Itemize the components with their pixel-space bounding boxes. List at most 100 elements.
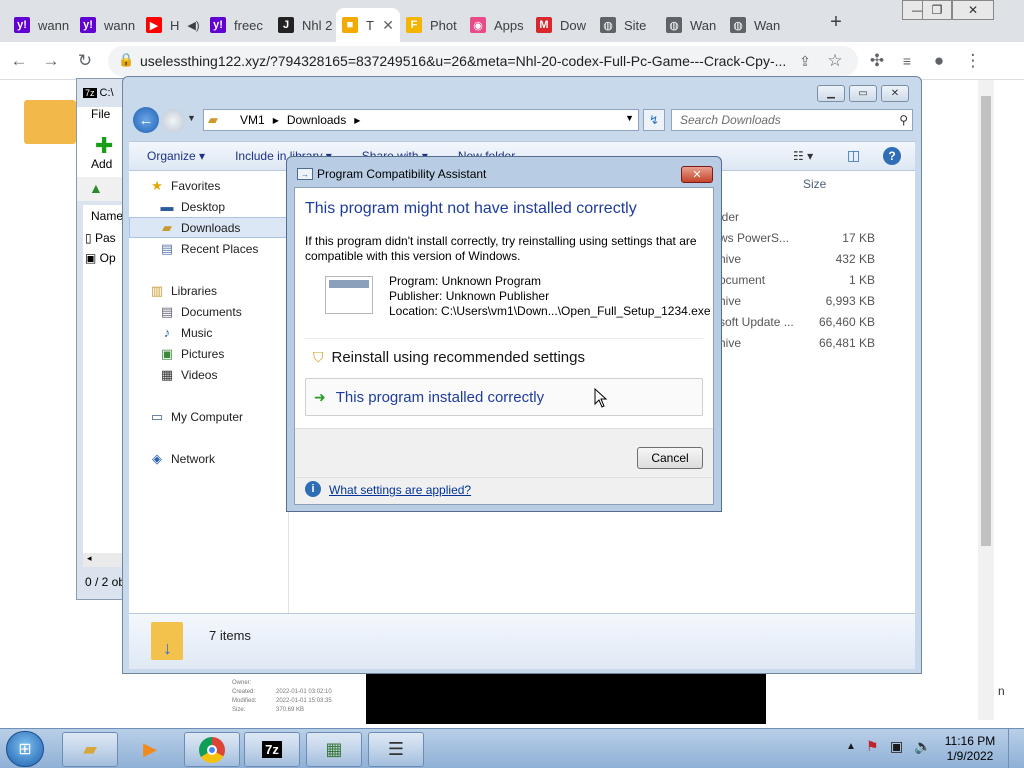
browser-tab[interactable]: ◉ Apps: [464, 8, 530, 42]
organize-menu[interactable]: Organize ▾: [147, 149, 205, 163]
browser-tab-label: Dow: [560, 17, 587, 33]
file-type: soft Update ...: [719, 315, 794, 329]
browser-toolbar: ← → ↻ 🔒 uselessthing122.xyz/?794328165=8…: [0, 42, 1024, 80]
explorer-forward-icon[interactable]: [161, 109, 185, 133]
nav-videos[interactable]: ▦ Videos: [129, 364, 287, 385]
nav-documents[interactable]: ▤ Documents: [129, 301, 287, 322]
explorer-search-input[interactable]: Search Downloads ⚲: [671, 109, 913, 131]
explorer-minimize-button[interactable]: ▁: [817, 85, 845, 102]
nav-network[interactable]: ◈ Network: [129, 448, 287, 469]
address-dropdown-icon[interactable]: ▼: [625, 113, 634, 123]
preview-pane-icon[interactable]: ◫: [847, 147, 860, 164]
browser-tab[interactable]: y! freec: [204, 8, 272, 42]
nav-downloads[interactable]: ▰ Downloads: [129, 217, 287, 238]
search-icon[interactable]: ⚲: [899, 113, 908, 127]
reinstall-recommended-option[interactable]: ⛉ Reinstall using recommended settings: [305, 338, 703, 376]
mega-icon: M: [536, 17, 552, 33]
nav-desktop[interactable]: ▬ Desktop: [129, 196, 287, 217]
browser-tab[interactable]: y! wann: [8, 8, 74, 42]
breadcrumb-vm1[interactable]: VM1: [240, 113, 265, 127]
maximize-button[interactable]: ❐: [922, 0, 952, 20]
music-icon: ♪: [163, 325, 171, 340]
desktop-folder-icon: [24, 100, 76, 144]
browser-tab[interactable]: ◍ Wan: [660, 8, 724, 42]
file-type: lder: [719, 210, 740, 224]
bookmark-star-icon[interactable]: ☆: [824, 50, 846, 72]
recent-pages-chevron-icon[interactable]: ▼: [187, 113, 196, 123]
nav-favorites[interactable]: ★ Favorites: [129, 175, 287, 196]
browser-tab-label: H: [170, 17, 180, 33]
breadcrumb-downloads[interactable]: Downloads: [287, 113, 346, 127]
reload-icon[interactable]: ↻: [74, 50, 96, 72]
url-text: uselessthing122.xyz/?794328165=837249516…: [140, 53, 787, 69]
cancel-button[interactable]: Cancel: [637, 447, 703, 469]
taskbar-explorer-icon[interactable]: ▰: [62, 732, 118, 767]
computer-icon: ▭: [150, 408, 164, 424]
nav-libraries[interactable]: ▥ Libraries: [129, 280, 287, 301]
add-button-label[interactable]: Add: [91, 157, 112, 171]
browser-tab[interactable]: ■ T ✕: [336, 8, 400, 42]
explorer-maximize-button[interactable]: ▭: [849, 85, 877, 102]
refresh-icon[interactable]: ↯: [643, 109, 665, 131]
photo-icon: F: [406, 17, 422, 33]
network-tray-icon[interactable]: ▣: [890, 738, 903, 755]
action-center-flag-icon[interactable]: ⚑: [866, 738, 879, 755]
share-icon[interactable]: ⇪: [794, 50, 816, 72]
explorer-back-icon[interactable]: ←: [133, 107, 159, 133]
taskbar-7zip-icon[interactable]: 7z: [244, 732, 300, 767]
settings-applied-link[interactable]: What settings are applied?: [329, 483, 471, 497]
browser-tab[interactable]: ◍ Site: [594, 8, 660, 42]
7zip-row[interactable]: ▣ Op: [85, 251, 116, 265]
menu-icon[interactable]: ⋮: [962, 50, 984, 72]
dialog-body: This program might not have installed co…: [294, 187, 714, 505]
add-plus-icon[interactable]: ✚: [95, 133, 113, 159]
browser-tab[interactable]: ◍ Wan: [724, 8, 790, 42]
profile-avatar-icon[interactable]: ●: [928, 50, 950, 72]
browser-tab[interactable]: y! wann: [74, 8, 140, 42]
dialog-close-button[interactable]: ✕: [681, 166, 713, 183]
explorer-address-bar[interactable]: ▰ VM1 ▶ Downloads ▶ ▼: [203, 109, 639, 131]
show-hidden-icons-icon[interactable]: ▲: [846, 741, 856, 752]
extensions-icon[interactable]: ✣: [866, 50, 888, 72]
nav-recent-places[interactable]: ▤ Recent Places: [129, 238, 287, 259]
back-icon[interactable]: ←: [8, 50, 30, 72]
show-desktop-button[interactable]: [1008, 729, 1024, 768]
media-icon[interactable]: ≡: [896, 50, 918, 72]
up-folder-icon[interactable]: ▲: [89, 180, 103, 196]
volume-icon[interactable]: 🔈: [914, 738, 931, 755]
browser-tab[interactable]: M Dow: [530, 8, 594, 42]
taskbar-task-icon[interactable]: ☰: [368, 732, 424, 767]
installed-correctly-option[interactable]: ➜ This program installed correctly: [305, 378, 703, 416]
size-column-header[interactable]: Size: [803, 177, 826, 191]
forward-icon[interactable]: →: [40, 50, 62, 72]
view-options-icon[interactable]: ☷ ▾: [793, 149, 813, 163]
taskbar-media-player-icon[interactable]: ▶: [122, 732, 178, 767]
breadcrumb-arrow-icon[interactable]: ▶: [354, 116, 360, 125]
taskbar-chrome-icon[interactable]: [184, 732, 240, 767]
7zip-name-header[interactable]: Name: [91, 209, 123, 223]
help-icon[interactable]: ?: [883, 147, 901, 165]
browser-tab[interactable]: J Nhl 2: [272, 8, 336, 42]
nav-my-computer[interactable]: ▭ My Computer: [129, 406, 287, 427]
close-window-button[interactable]: ✕: [952, 0, 994, 20]
page-scrollbar-thumb[interactable]: [981, 96, 991, 546]
mouse-cursor-icon: [594, 387, 608, 408]
nav-pictures[interactable]: ▣ Pictures: [129, 343, 287, 364]
file-size: 6,993 KB: [825, 294, 875, 308]
browser-tab[interactable]: F Phot: [400, 8, 464, 42]
start-button[interactable]: ⊞: [6, 731, 44, 767]
new-tab-button[interactable]: +: [826, 11, 846, 33]
7zip-row[interactable]: ▯ Pas: [85, 231, 116, 245]
audio-playing-icon[interactable]: ◀): [187, 19, 199, 32]
breadcrumb-arrow-icon[interactable]: ▶: [273, 116, 279, 125]
browser-tab-label: Apps: [494, 17, 524, 33]
address-bar[interactable]: 🔒 uselessthing122.xyz/?794328165=8372495…: [108, 46, 858, 76]
compatibility-dialog: → Program Compatibility Assistant ✕ This…: [286, 156, 722, 512]
nav-music[interactable]: ♪ Music: [129, 322, 287, 343]
explorer-close-button[interactable]: ✕: [881, 85, 909, 102]
tab-close-icon[interactable]: ✕: [382, 17, 394, 34]
system-clock[interactable]: 11:16 PM 1/9/2022: [942, 734, 998, 764]
green-arrow-icon: ➜: [314, 388, 326, 405]
taskbar-process-icon[interactable]: ▦: [306, 732, 362, 767]
browser-tab[interactable]: ▶ H ◀): [140, 8, 204, 42]
